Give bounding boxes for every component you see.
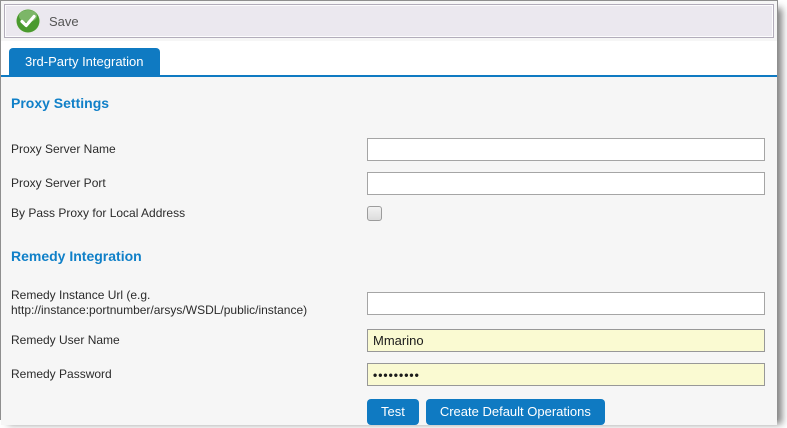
save-label: Save <box>49 14 79 29</box>
bypass-proxy-checkbox[interactable] <box>367 206 382 221</box>
remedy-password-input[interactable] <box>367 363 765 386</box>
remedy-user-name-label: Remedy User Name <box>11 333 367 348</box>
proxy-server-port-row: Proxy Server Port <box>11 172 765 195</box>
bypass-proxy-row: By Pass Proxy for Local Address <box>11 206 765 221</box>
create-default-operations-button[interactable]: Create Default Operations <box>426 399 605 425</box>
toolbar: Save <box>4 4 774 38</box>
action-buttons: Test Create Default Operations <box>367 399 765 425</box>
tab-3rd-party-integration[interactable]: 3rd-Party Integration <box>9 48 160 75</box>
settings-form: Proxy Settings Proxy Server Name Proxy S… <box>1 77 777 425</box>
remedy-instance-url-row: Remedy Instance Url (e.g. http://instanc… <box>11 288 765 318</box>
remedy-integration-heading: Remedy Integration <box>11 248 765 264</box>
bypass-proxy-label: By Pass Proxy for Local Address <box>11 206 367 221</box>
remedy-user-name-input[interactable] <box>367 329 765 352</box>
remedy-password-row: Remedy Password <box>11 363 765 386</box>
remedy-instance-url-input[interactable] <box>367 292 765 315</box>
save-button[interactable]: Save <box>13 6 85 36</box>
tab-label: 3rd-Party Integration <box>25 54 144 69</box>
proxy-server-name-row: Proxy Server Name <box>11 138 765 161</box>
proxy-server-port-input[interactable] <box>367 172 765 195</box>
check-circle-icon <box>15 8 41 34</box>
remedy-user-name-row: Remedy User Name <box>11 329 765 352</box>
proxy-settings-heading: Proxy Settings <box>11 95 765 111</box>
remedy-password-label: Remedy Password <box>11 367 367 382</box>
remedy-instance-url-label: Remedy Instance Url (e.g. http://instanc… <box>11 288 367 318</box>
proxy-server-name-label: Proxy Server Name <box>11 142 367 157</box>
proxy-server-name-input[interactable] <box>367 138 765 161</box>
tab-strip: 3rd-Party Integration <box>1 41 777 77</box>
settings-window: Save 3rd-Party Integration Proxy Setting… <box>0 0 778 420</box>
test-button[interactable]: Test <box>367 399 419 425</box>
proxy-server-port-label: Proxy Server Port <box>11 176 367 191</box>
